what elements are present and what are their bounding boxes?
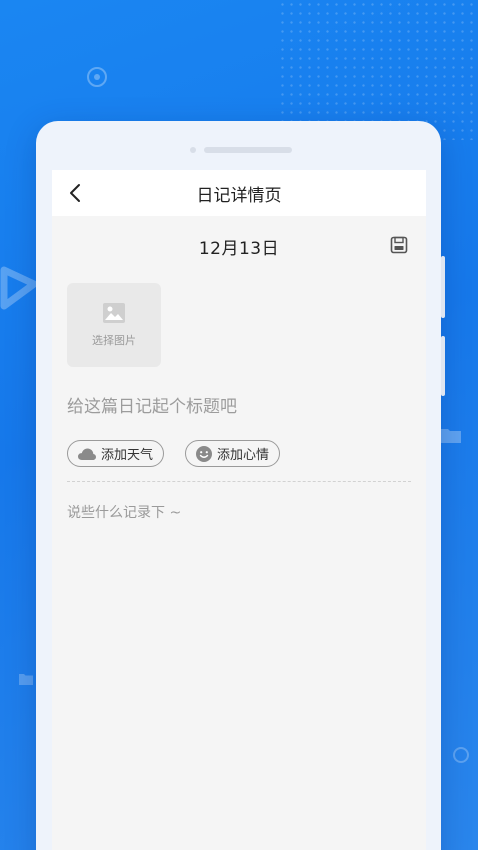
background-folder-icon-small — [19, 674, 33, 685]
diary-content-input[interactable] — [67, 502, 411, 842]
image-icon — [103, 303, 125, 323]
save-icon[interactable] — [390, 236, 408, 254]
background-face-icon — [87, 67, 107, 87]
image-picker-label: 选择图片 — [92, 334, 136, 347]
phone-side-button-lower — [441, 336, 445, 396]
top-bar: 日记详情页 — [52, 170, 426, 216]
decorative-dots — [278, 0, 478, 140]
diary-title-input[interactable] — [67, 392, 407, 422]
add-weather-label: 添加天气 — [101, 448, 154, 463]
chevron-left-icon[interactable] — [66, 182, 86, 204]
diary-screen: 日记详情页 12月13日 选择图片 添加天气 — [52, 170, 426, 850]
image-picker-button[interactable]: 选择图片 — [67, 283, 161, 367]
phone-camera — [190, 147, 196, 153]
add-mood-label: 添加心情 — [217, 448, 270, 463]
background-folder-icon — [441, 429, 461, 443]
cloud-icon — [78, 448, 96, 460]
add-weather-button[interactable]: 添加天气 — [67, 440, 165, 467]
phone-speaker — [204, 147, 292, 153]
smiley-icon — [196, 445, 213, 462]
phone-side-button — [441, 256, 445, 318]
page-title: 日记详情页 — [196, 185, 282, 206]
dashed-divider — [67, 481, 411, 482]
diary-date[interactable]: 12月13日 — [199, 234, 279, 259]
background-triangle-icon — [0, 266, 38, 310]
chip-row: 添加天气 添加心情 — [67, 440, 281, 467]
add-mood-button[interactable]: 添加心情 — [185, 440, 281, 467]
date-row: 12月13日 — [52, 216, 426, 276]
background-circle-icon — [453, 747, 469, 763]
